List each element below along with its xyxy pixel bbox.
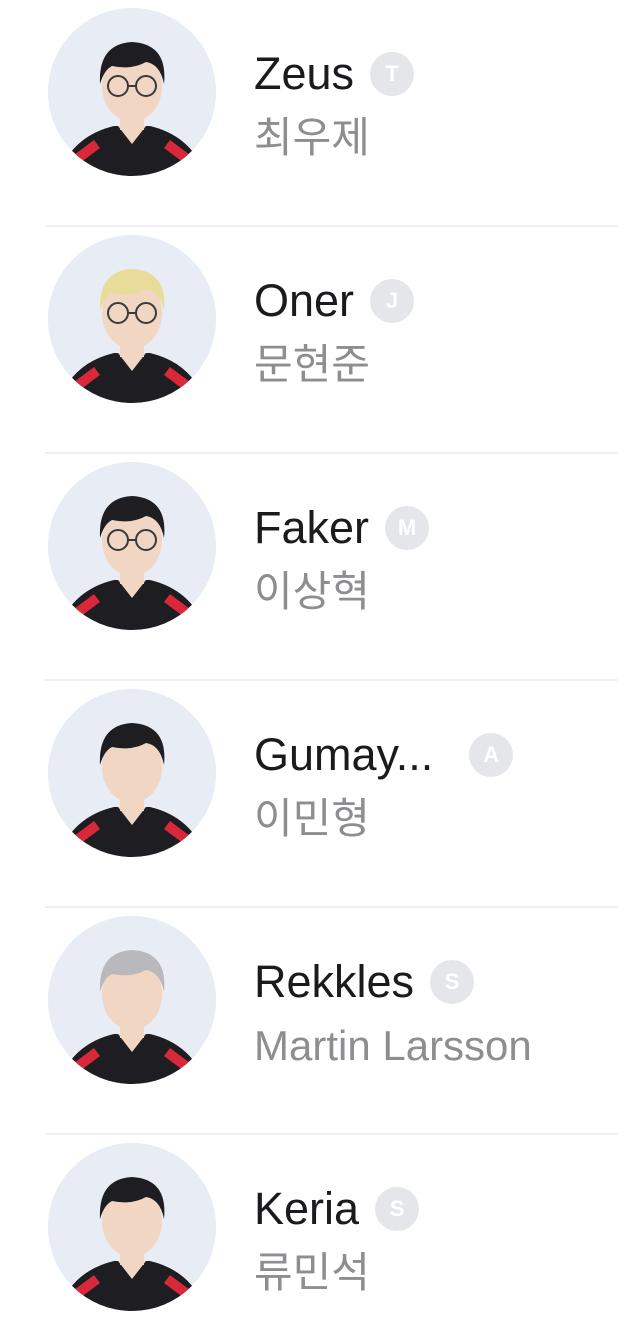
player-nickname: Oner bbox=[254, 275, 355, 326]
player-real-name: 이민형 bbox=[254, 795, 370, 842]
player-photo bbox=[48, 8, 216, 176]
player-row[interactable]: Rekkles S Martin Larsson bbox=[0, 908, 618, 1135]
player-nickname: Keria bbox=[254, 1183, 360, 1234]
player-photo bbox=[48, 916, 216, 1084]
player-avatar[interactable] bbox=[48, 8, 216, 176]
player-photo bbox=[48, 689, 216, 857]
player-photo bbox=[48, 462, 216, 630]
nickname-line: Zeus T bbox=[254, 44, 415, 104]
player-avatar[interactable] bbox=[48, 462, 216, 630]
player-avatar[interactable] bbox=[48, 916, 216, 1084]
player-real-name: 최우제 bbox=[254, 114, 370, 161]
player-avatar[interactable] bbox=[48, 689, 216, 857]
player-roster-list: Zeus T 최우제 Oner J 문현준 Faker M 이상혁 Gumay.… bbox=[0, 0, 618, 1329]
player-row[interactable]: Faker M 이상혁 bbox=[0, 454, 618, 681]
player-real-name: 이상혁 bbox=[254, 568, 370, 615]
player-real-name: 문현준 bbox=[254, 341, 370, 388]
player-row[interactable]: Oner J 문현준 bbox=[0, 227, 618, 454]
player-avatar[interactable] bbox=[48, 1143, 216, 1311]
player-nickname: Gumay... bbox=[254, 729, 434, 780]
player-row[interactable]: Keria S 류민석 bbox=[0, 1135, 618, 1329]
nickname-line: Rekkles S bbox=[254, 952, 475, 1012]
role-badge-icon: S bbox=[375, 1187, 420, 1231]
role-badge-icon: M bbox=[385, 506, 430, 550]
player-real-name: Martin Larsson bbox=[254, 1022, 532, 1069]
role-badge-icon: J bbox=[370, 279, 415, 323]
player-nickname: Rekkles bbox=[254, 956, 415, 1007]
player-row[interactable]: Gumay... A 이민형 bbox=[0, 681, 618, 908]
nickname-line: Keria S bbox=[254, 1179, 420, 1239]
player-nickname: Zeus bbox=[254, 48, 355, 99]
player-nickname: Faker bbox=[254, 502, 370, 553]
player-row[interactable]: Zeus T 최우제 bbox=[0, 0, 618, 227]
nickname-line: Oner J bbox=[254, 271, 415, 331]
player-photo bbox=[48, 1143, 216, 1311]
player-real-name: 류민석 bbox=[254, 1249, 370, 1296]
role-badge-icon: S bbox=[430, 960, 475, 1004]
player-photo bbox=[48, 235, 216, 403]
nickname-line: Gumay... A bbox=[254, 725, 514, 785]
role-badge-icon: T bbox=[370, 52, 415, 96]
player-avatar[interactable] bbox=[48, 235, 216, 403]
nickname-line: Faker M bbox=[254, 498, 430, 558]
role-badge-icon: A bbox=[469, 733, 514, 777]
